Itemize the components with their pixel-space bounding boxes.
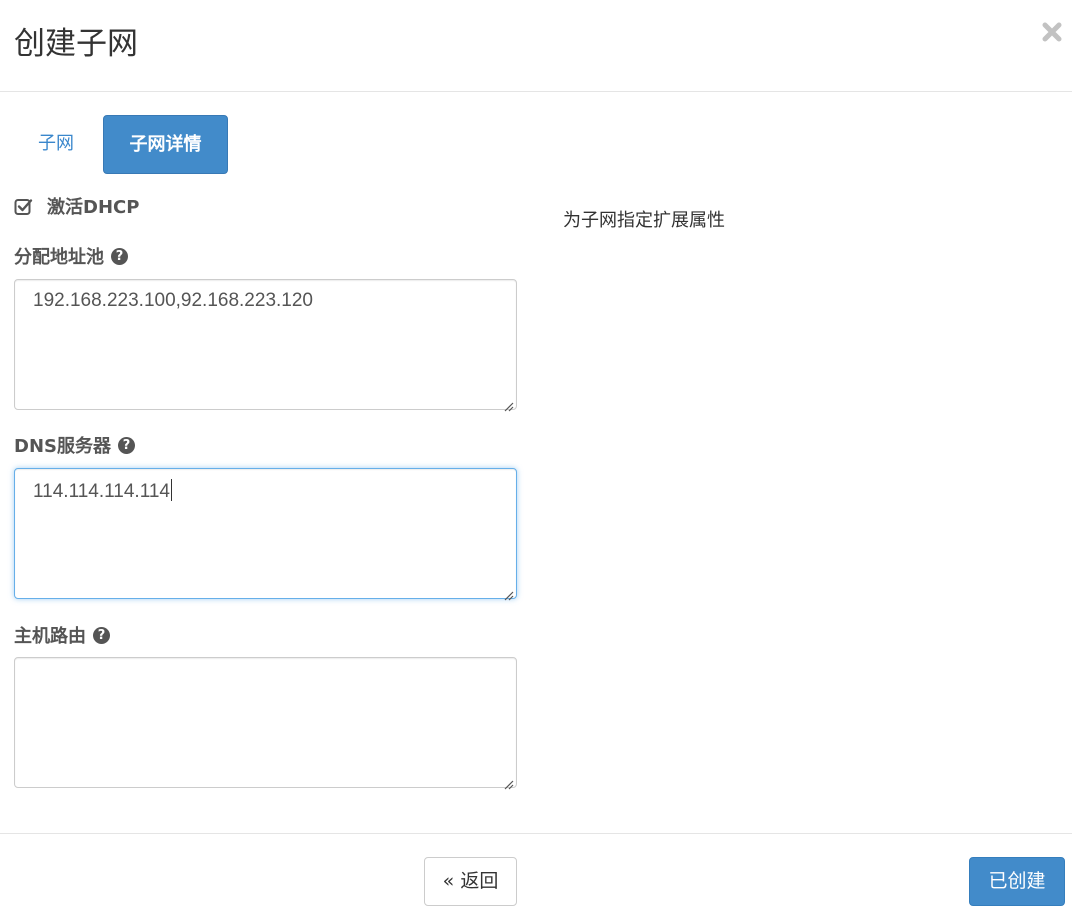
host-routes-textarea[interactable] <box>14 657 517 790</box>
dns-servers-label: DNS服务器 ? <box>14 433 135 457</box>
allocation-pools-label-text: 分配地址池 <box>14 247 104 268</box>
question-circle-icon[interactable]: ? <box>93 626 110 644</box>
question-circle-icon[interactable]: ? <box>117 436 135 454</box>
resize-grip-icon[interactable] <box>503 774 514 790</box>
dialog-header: 创建子网 <box>0 0 1072 92</box>
text-caret <box>171 479 172 501</box>
create-subnet-dialog: 创建子网 子网 子网详情 激活DHCP 分配地址池 ? 192.168.223.… <box>0 0 1072 919</box>
dialog-footer: « 返回 已创建 <box>0 833 1072 919</box>
tab-subnet-detail[interactable]: 子网详情 <box>103 115 228 174</box>
dns-servers-value: 114.114.114.114 <box>33 481 170 502</box>
subnet-detail-help-text: 为子网指定扩展属性 <box>563 210 725 231</box>
host-routes-label-text: 主机路由 <box>14 626 86 647</box>
checkbox-checked-icon[interactable] <box>14 197 33 216</box>
dialog-title: 创建子网 <box>14 26 138 62</box>
dns-servers-textarea[interactable]: 114.114.114.114 <box>14 468 517 601</box>
allocation-pools-label: 分配地址池 ? <box>14 244 128 268</box>
dns-servers-label-text: DNS服务器 <box>14 436 111 457</box>
close-icon[interactable] <box>1040 20 1064 44</box>
tab-subnet[interactable]: 子网 <box>14 115 98 174</box>
resize-grip-icon[interactable] <box>503 585 514 601</box>
back-button[interactable]: « 返回 <box>424 857 517 906</box>
host-routes-label: 主机路由 ? <box>14 623 110 647</box>
allocation-pools-textarea[interactable]: 192.168.223.100,92.168.223.120 <box>14 279 517 412</box>
question-circle-icon[interactable]: ? <box>111 247 128 265</box>
enable-dhcp-checkbox[interactable]: 激活DHCP <box>14 193 139 219</box>
allocation-pools-value: 192.168.223.100,92.168.223.120 <box>33 290 313 311</box>
resize-grip-icon[interactable] <box>503 396 514 412</box>
enable-dhcp-label: 激活DHCP <box>47 197 140 218</box>
create-button[interactable]: 已创建 <box>969 857 1065 906</box>
